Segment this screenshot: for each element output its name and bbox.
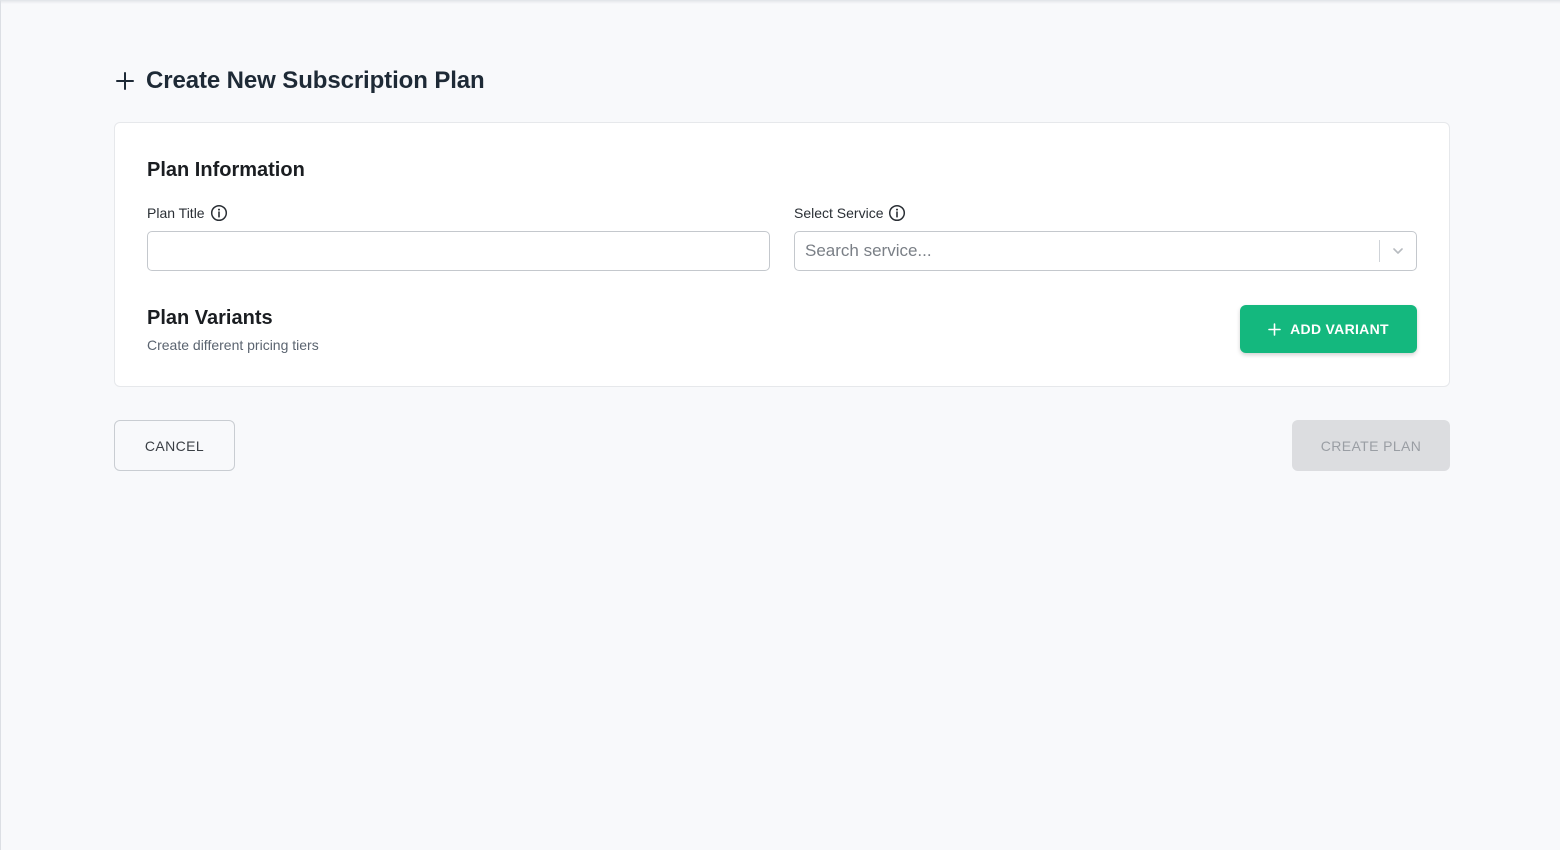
plan-variants-subtitle: Create different pricing tiers	[147, 337, 319, 353]
select-service-label-text: Select Service	[794, 205, 884, 221]
info-icon[interactable]	[888, 204, 906, 222]
select-dropdown-indicator[interactable]	[1380, 232, 1416, 270]
create-plan-button[interactable]: CREATE PLAN	[1292, 420, 1450, 471]
info-icon[interactable]	[210, 204, 228, 222]
plan-title-label-text: Plan Title	[147, 205, 205, 221]
plan-title-input[interactable]	[147, 231, 770, 271]
plus-icon	[1268, 322, 1281, 336]
select-service-label: Select Service	[794, 204, 906, 222]
plan-variants-heading: Plan Variants	[147, 307, 273, 329]
page-header: Create New Subscription Plan	[114, 67, 485, 95]
service-search-input[interactable]	[795, 232, 1379, 270]
page-title: Create New Subscription Plan	[146, 67, 485, 94]
cancel-button[interactable]: CANCEL	[114, 420, 235, 471]
plan-title-label: Plan Title	[147, 204, 228, 222]
service-select[interactable]	[794, 231, 1417, 271]
plan-form-card: Plan Information Plan Title Select Servi…	[114, 122, 1450, 387]
page: Create New Subscription Plan Plan Inform…	[0, 0, 1560, 850]
chevron-down-icon	[1393, 248, 1403, 254]
plan-information-heading: Plan Information	[147, 159, 305, 181]
add-variant-button[interactable]: ADD VARIANT	[1240, 305, 1417, 353]
plus-icon	[116, 72, 134, 90]
top-shadow	[1, 1, 1560, 4]
add-variant-label: ADD VARIANT	[1290, 321, 1389, 337]
